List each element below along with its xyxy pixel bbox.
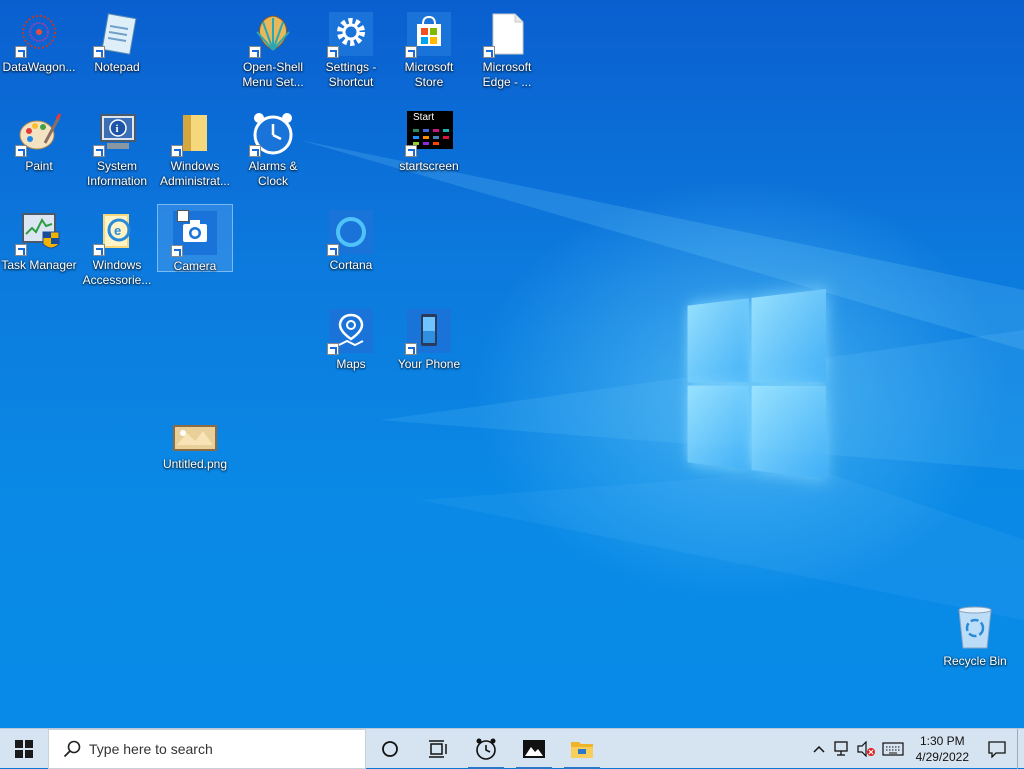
icon-label: Task Manager [1,258,77,272]
icon-label: Windows Administrat... [159,159,231,188]
touch-keyboard-button[interactable] [878,729,908,769]
keyboard-icon [882,741,904,756]
file-icon [483,10,531,58]
accessories-icon: e [93,208,141,256]
desktop-background: DataWagon... Notepad Open-Shell Menu Set… [0,0,1024,728]
alarm-clock-icon [476,738,496,760]
desktop-icon-paint[interactable]: Paint [1,105,77,174]
image-file-icon [171,407,219,455]
icon-label: Paint [25,159,53,173]
search-icon [63,740,81,757]
desktop-icon-notepad[interactable]: Notepad [79,6,155,75]
clock-date: 4/29/2022 [915,749,969,764]
icon-label: System Information [86,159,148,188]
desktop-icon-maps[interactable]: Maps [313,303,389,372]
camera-icon [171,209,219,257]
icon-label: Your Phone [397,357,461,371]
taskbar-app-alarms[interactable] [462,729,510,769]
desktop-icon-startscreen[interactable]: Start startscreen [391,105,467,174]
desktop-icon-system-information[interactable]: i System Information [79,105,155,189]
gear-icon [327,10,375,58]
icon-label: Open-Shell Menu Set... [242,60,304,89]
open-shell-icon [249,10,297,58]
desktop-icon-open-shell[interactable]: Open-Shell Menu Set... [235,6,311,90]
recycle-bin-icon [951,604,999,652]
desktop-icon-settings[interactable]: Settings - Shortcut [313,6,389,90]
folder-icon [171,109,219,157]
start-button[interactable] [0,729,48,769]
desktop-icon-your-phone[interactable]: Your Phone [391,303,467,372]
start-screen-icon: Start [405,109,453,157]
alarm-clock-icon [249,109,297,157]
show-desktop-button[interactable] [1017,728,1024,769]
icon-label: Cortana [329,258,373,272]
network-button[interactable] [830,729,854,769]
file-explorer-icon [571,741,593,758]
phone-icon [405,307,453,355]
network-icon [833,740,848,756]
icon-label: Camera [173,259,217,273]
action-center-button[interactable] [977,729,1017,769]
taskbar-app-file-explorer[interactable] [558,729,606,769]
task-view-icon [429,739,447,758]
taskbar-clock[interactable]: 1:30 PM 4/29/2022 [908,733,977,765]
clock-time: 1:30 PM [919,733,965,748]
icon-label: DataWagon... [2,60,76,74]
show-hidden-icons-button[interactable] [808,729,830,769]
desktop-icon-edge[interactable]: Microsoft Edge - ... [469,6,545,90]
desktop-icon-untitled-png[interactable]: Untitled.png [157,403,233,472]
desktop-icon-datawagon[interactable]: DataWagon... [1,6,77,75]
chevron-up-icon [813,745,825,753]
start-tile-text: Start [413,112,435,123]
icon-label: startscreen [399,159,459,173]
paint-palette-icon [15,109,63,157]
notepad-icon [93,10,141,58]
system-tray: 1:30 PM 4/29/2022 [808,728,1024,769]
speaker-muted-icon [857,740,875,757]
datawagon-icon [15,10,63,58]
cortana-button[interactable] [366,729,414,769]
desktop-icon-alarms-clock[interactable]: Alarms & Clock [235,105,311,189]
map-pin-icon [327,307,375,355]
icon-label: Settings - Shortcut [325,60,377,89]
search-placeholder: Type here to search [89,740,213,757]
taskbar-search-box[interactable]: Type here to search [48,728,366,769]
desktop-icon-cortana[interactable]: Cortana [313,204,389,273]
svg-text:i: i [116,123,119,135]
taskbar-app-photos[interactable] [510,729,558,769]
store-icon [405,10,453,58]
icon-label: Maps [336,357,366,371]
desktop-icon-store[interactable]: Microsoft Store [391,6,467,90]
icon-label: Microsoft Store [404,60,454,89]
desktop-icon-windows-administrative[interactable]: Windows Administrat... [157,105,233,189]
desktop-icon-camera[interactable]: Camera [157,204,233,273]
windows-logo-wallpaper [687,289,826,479]
notification-icon [988,740,1006,758]
icon-label: Windows Accessorie... [82,258,152,287]
svg-text:e: e [114,223,121,238]
icon-label: Alarms & Clock [248,159,298,188]
icon-label: Recycle Bin [943,654,1007,668]
photos-icon [523,739,545,758]
cortana-icon [327,208,375,256]
desktop-icon-windows-accessories[interactable]: e Windows Accessorie... [79,204,155,288]
windows-start-icon [15,739,33,758]
desktop-icon-recycle-bin[interactable]: Recycle Bin [937,600,1013,669]
icon-label: Notepad [94,60,140,74]
volume-button[interactable] [854,729,878,769]
selection-checkbox[interactable] [177,210,189,222]
taskbar: Type here to search 1:30 PM 4/29/2022 [0,728,1024,769]
desktop-icon-task-manager[interactable]: Task Manager [1,204,77,273]
icon-label: Microsoft Edge - ... [482,60,532,89]
task-view-button[interactable] [414,729,462,769]
system-info-icon: i [93,109,141,157]
cortana-circle-icon [382,740,398,757]
icon-label: Untitled.png [162,457,228,471]
task-manager-icon [15,208,63,256]
